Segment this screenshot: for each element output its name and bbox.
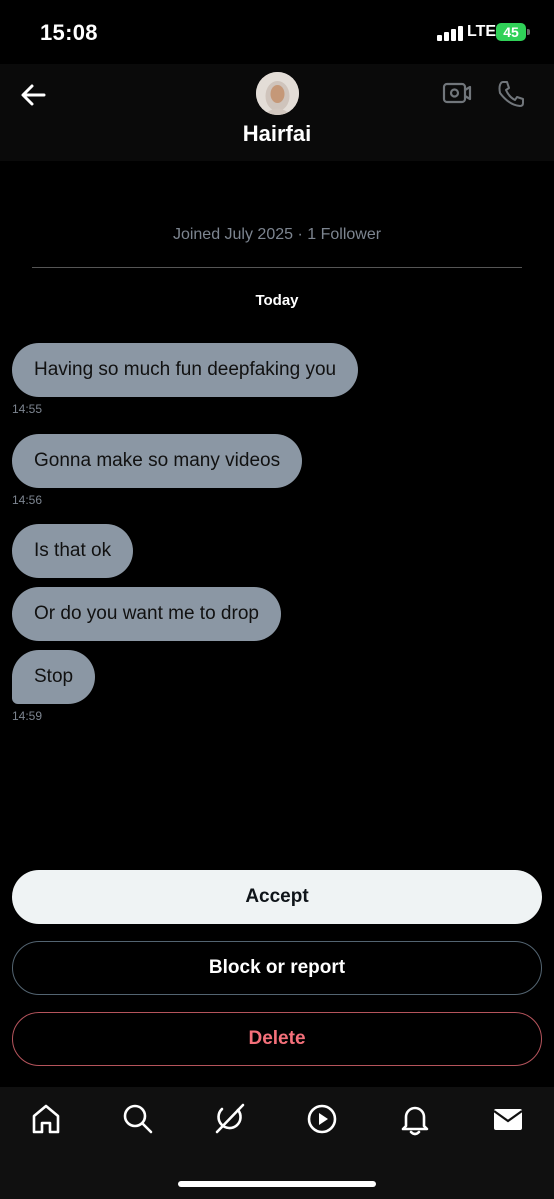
date-separator: Today: [255, 292, 299, 309]
bell-icon: [401, 1106, 429, 1136]
accept-button[interactable]: Accept: [12, 870, 542, 924]
nav-home[interactable]: [28, 1101, 64, 1137]
message-bubble[interactable]: Is that ok: [12, 524, 134, 578]
network-label: LTE: [467, 23, 497, 40]
home-icon: [32, 1104, 60, 1134]
message-time: 14:59: [12, 709, 43, 723]
message-bubble[interactable]: Having so much fun deepfaking you: [12, 343, 359, 397]
video-play-icon: [307, 1104, 337, 1134]
battery-tip: [527, 29, 530, 35]
joined-info: Joined July 2025 · 1 Follower: [172, 226, 382, 243]
delete-button[interactable]: Delete: [12, 1012, 542, 1066]
grok-icon: [215, 1103, 245, 1134]
video-call-button[interactable]: [442, 79, 472, 107]
home-indicator: [178, 1181, 376, 1187]
message-bubble[interactable]: Or do you want me to drop: [12, 587, 281, 641]
nav-video[interactable]: [304, 1101, 340, 1137]
status-time: 15:08: [40, 20, 98, 45]
message-bubble[interactable]: Stop: [12, 650, 96, 704]
search-icon: [123, 1104, 153, 1134]
avatar[interactable]: [256, 72, 299, 115]
video-camera-icon: [442, 82, 472, 104]
message-bubble[interactable]: Gonna make so many videos: [12, 434, 303, 488]
nav-messages[interactable]: [490, 1101, 526, 1137]
mail-icon: [493, 1109, 523, 1130]
phone-icon: [498, 81, 524, 107]
divider: [32, 267, 522, 268]
arrow-left-icon: [21, 84, 46, 106]
nav-search[interactable]: [120, 1101, 156, 1137]
battery-icon: 45: [496, 23, 526, 41]
nav-grok[interactable]: [212, 1101, 248, 1137]
voice-call-button[interactable]: [496, 79, 526, 109]
contact-name[interactable]: Hairfai: [0, 121, 554, 147]
message-time: 14:55: [12, 402, 43, 416]
block-or-report-button[interactable]: Block or report: [12, 941, 542, 995]
back-button[interactable]: [18, 80, 48, 110]
signal-icon: [437, 25, 463, 41]
nav-notifications[interactable]: [397, 1101, 433, 1137]
message-time: 14:56: [12, 493, 43, 507]
